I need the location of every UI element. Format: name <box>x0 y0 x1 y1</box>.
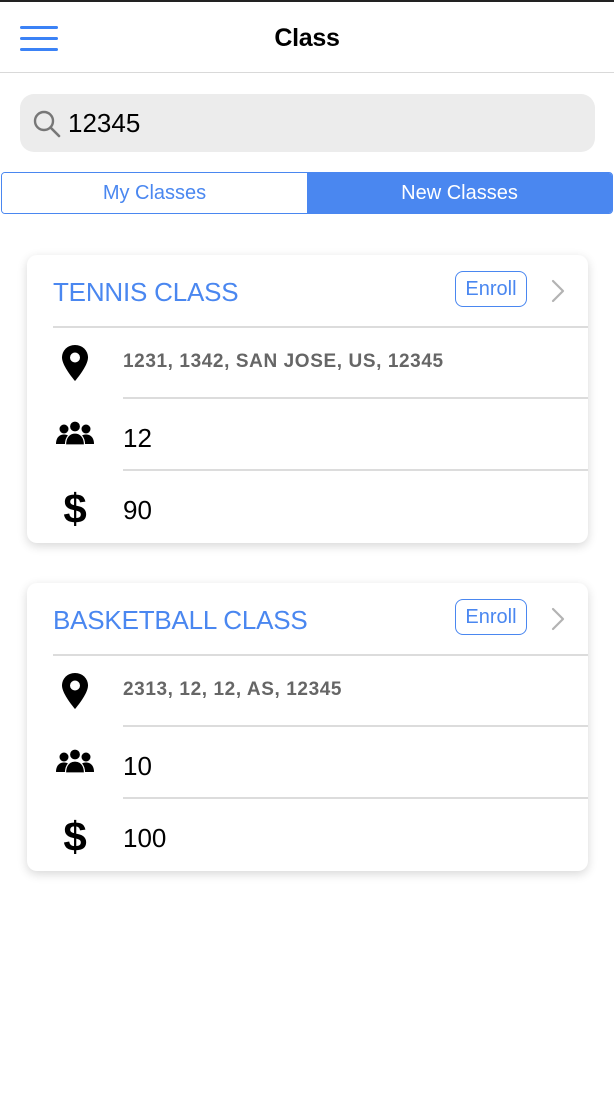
class-card-header[interactable]: TENNIS CLASS Enroll <box>27 255 588 327</box>
address-row: 2313, 12, 12, AS, 12345 <box>27 655 588 727</box>
address-row: 1231, 1342, SAN JOSE, US, 12345 <box>27 327 588 399</box>
location-pin-icon <box>62 673 88 709</box>
location-pin-icon <box>62 345 88 381</box>
search-input[interactable] <box>68 102 578 144</box>
class-card[interactable]: BASKETBALL CLASS Enroll 2313, 12, 12, AS… <box>27 583 588 871</box>
search-bar[interactable] <box>20 94 595 152</box>
svg-text:$: $ <box>63 813 86 857</box>
segment-my-classes[interactable]: My Classes <box>2 173 307 213</box>
price-row: $ 90 <box>27 471 588 543</box>
class-title: BASKETBALL CLASS <box>53 605 308 635</box>
class-address: 2313, 12, 12, AS, 12345 <box>123 679 343 700</box>
class-members: 10 <box>123 751 152 781</box>
search-icon <box>33 110 61 138</box>
class-card-header[interactable]: BASKETBALL CLASS Enroll <box>27 583 588 655</box>
dollar-icon: $ <box>63 485 86 529</box>
chevron-right-icon[interactable] <box>551 279 565 303</box>
class-price: 100 <box>123 823 167 853</box>
class-title: TENNIS CLASS <box>53 277 239 307</box>
enroll-button[interactable]: Enroll <box>455 599 527 635</box>
class-address: 1231, 1342, SAN JOSE, US, 12345 <box>123 351 444 372</box>
group-icon <box>56 748 94 774</box>
enroll-button[interactable]: Enroll <box>455 271 527 307</box>
class-members: 12 <box>123 423 152 453</box>
group-icon <box>56 420 94 446</box>
segment-new-classes[interactable]: New Classes <box>307 173 612 213</box>
svg-text:$: $ <box>63 485 86 529</box>
class-type-segmented-control: My Classes New Classes <box>1 172 613 214</box>
page-title: Class <box>274 24 340 52</box>
members-row: 10 <box>27 727 588 799</box>
chevron-right-icon[interactable] <box>551 607 565 631</box>
class-card[interactable]: TENNIS CLASS Enroll 1231, 1342, SAN JOSE… <box>27 255 588 543</box>
class-price: 90 <box>123 495 152 525</box>
members-row: 12 <box>27 399 588 471</box>
navigation-bar: Class <box>0 2 614 73</box>
price-row: $ 100 <box>27 799 588 871</box>
dollar-icon: $ <box>63 813 86 857</box>
